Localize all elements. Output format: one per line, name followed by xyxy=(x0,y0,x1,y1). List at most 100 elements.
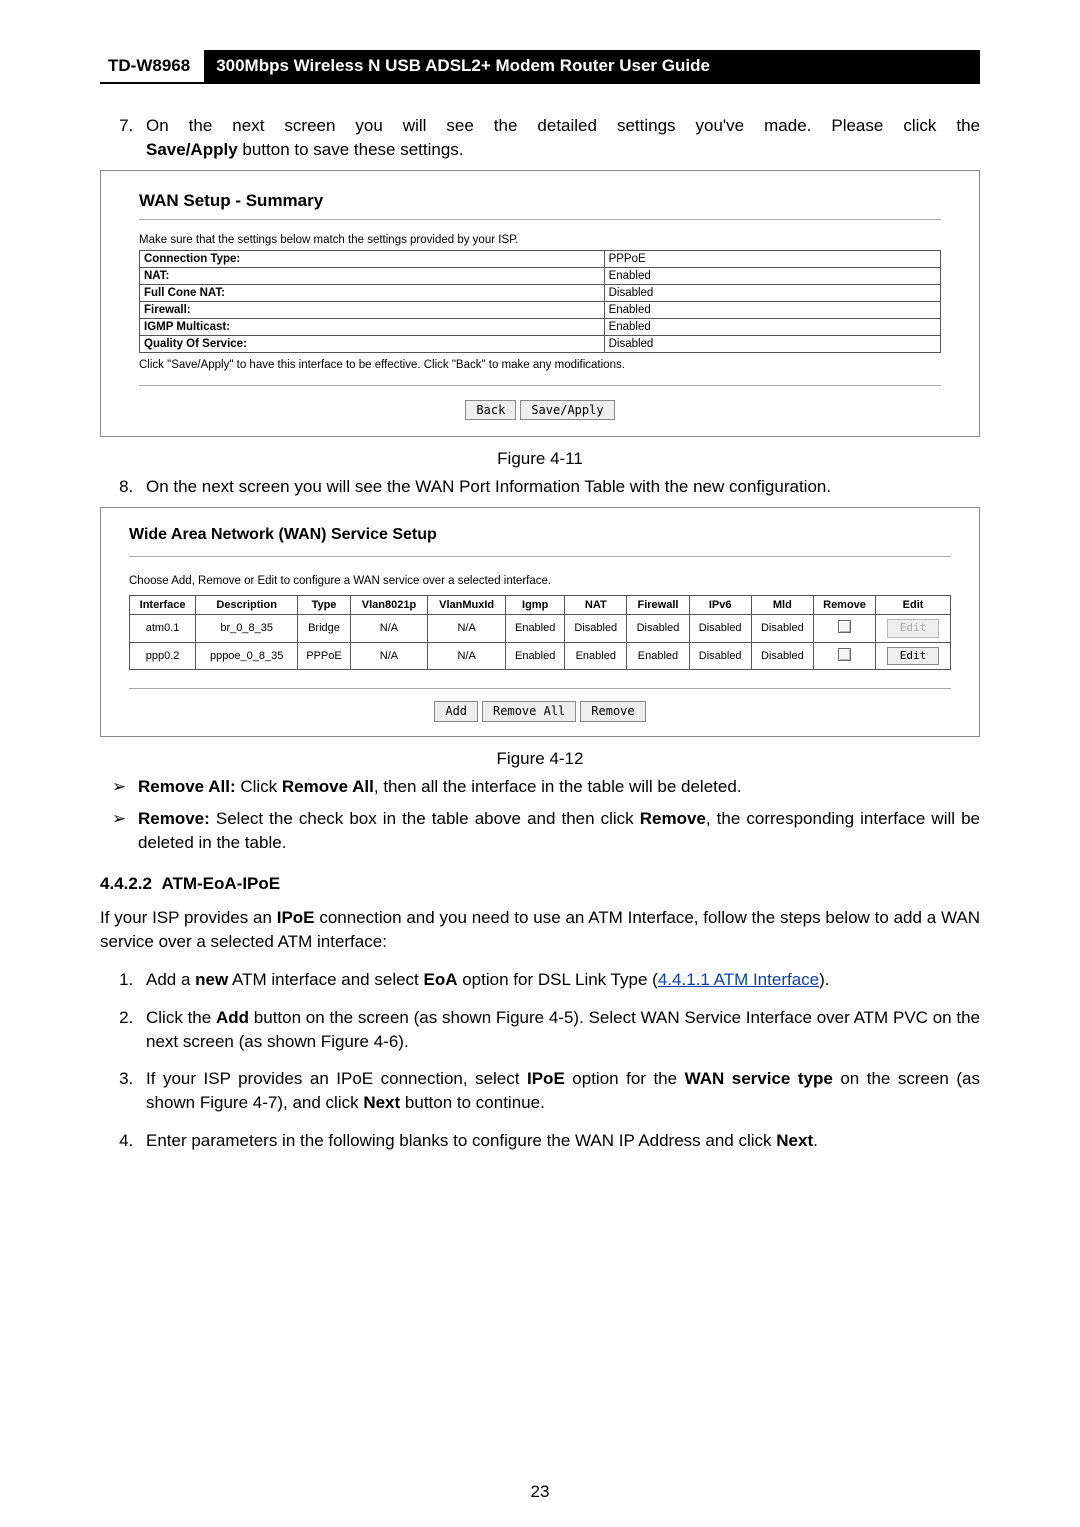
summary-value: PPPoE xyxy=(604,250,940,267)
wan-cell: Bridge xyxy=(298,615,351,643)
wan-remove-cell xyxy=(813,615,875,643)
bullet-label: Remove All: xyxy=(138,777,236,796)
remove-checkbox[interactable] xyxy=(838,648,851,661)
step-8: On the next screen you will see the WAN … xyxy=(138,475,980,499)
wan-cell: Enabled xyxy=(627,642,689,670)
wan-cell: ppp0.2 xyxy=(130,642,196,670)
section-heading: 4.4.2.2 ATM-EoA-IPoE xyxy=(100,874,980,894)
bullet-text: , then all the interface in the table wi… xyxy=(374,777,742,796)
summary-label: Firewall: xyxy=(140,301,605,318)
edit-button-disabled: Edit xyxy=(887,619,940,638)
wan-hdr: NAT xyxy=(565,596,627,615)
bullet-remove-all: Remove All: Click Remove All, then all t… xyxy=(104,775,980,799)
step-ipoe-1: Add a new ATM interface and select EoA o… xyxy=(138,968,980,992)
wan-cell: N/A xyxy=(428,642,506,670)
wan-cell: Disabled xyxy=(627,615,689,643)
summary-table: Connection Type:PPPoE NAT:Enabled Full C… xyxy=(139,250,941,353)
save-apply-button[interactable]: Save/Apply xyxy=(520,400,614,421)
bullet-text: Select the check box in the table above … xyxy=(210,809,640,828)
header-title: 300Mbps Wireless N USB ADSL2+ Modem Rout… xyxy=(204,50,980,82)
section-num: 4.4.2.2 xyxy=(100,874,152,893)
wan-table: Interface Description Type Vlan8021p Vla… xyxy=(129,595,951,670)
step-7-text-c: button to save these settings. xyxy=(238,140,464,159)
page-header: TD-W8968 300Mbps Wireless N USB ADSL2+ M… xyxy=(100,50,980,84)
figure-4-12-box: Wide Area Network (WAN) Service Setup Ch… xyxy=(100,507,980,737)
wan-edit-cell: Edit xyxy=(876,615,951,643)
step-8-text: On the next screen you will see the WAN … xyxy=(146,477,831,496)
wan-cell: N/A xyxy=(350,615,427,643)
header-model: TD-W8968 xyxy=(100,50,204,82)
wan-hdr: IPv6 xyxy=(689,596,751,615)
wan-cell: Enabled xyxy=(506,642,565,670)
bullet-text: Click xyxy=(236,777,282,796)
remove-all-button[interactable]: Remove All xyxy=(482,701,576,722)
fig11-footnote: Click "Save/Apply" to have this interfac… xyxy=(139,359,941,371)
intro-bold: IPoE xyxy=(277,908,315,927)
bullet-bold: Remove xyxy=(640,809,706,828)
summary-label: IGMP Multicast: xyxy=(140,318,605,335)
intro-text: If your ISP provides an xyxy=(100,908,277,927)
remove-checkbox[interactable] xyxy=(838,620,851,633)
edit-button[interactable]: Edit xyxy=(887,647,940,666)
wan-hdr: Mld xyxy=(751,596,813,615)
step-ipoe-2: Click the Add button on the screen (as s… xyxy=(138,1006,980,1054)
wan-hdr: Firewall xyxy=(627,596,689,615)
wan-cell: PPPoE xyxy=(298,642,351,670)
wan-cell: N/A xyxy=(350,642,427,670)
wan-cell: Disabled xyxy=(751,642,813,670)
step-7-text-a: On the next screen you will see the deta… xyxy=(146,116,980,135)
bullet-label: Remove: xyxy=(138,809,210,828)
fig11-title: WAN Setup - Summary xyxy=(139,191,941,211)
fig11-caption: Figure 4-11 xyxy=(100,449,980,469)
fig12-caption: Figure 4-12 xyxy=(100,749,980,769)
fig11-note: Make sure that the settings below match … xyxy=(139,234,941,246)
wan-hdr: Description xyxy=(196,596,298,615)
wan-edit-cell: Edit xyxy=(876,642,951,670)
summary-value: Disabled xyxy=(604,284,940,301)
wan-hdr: Type xyxy=(298,596,351,615)
atm-interface-link[interactable]: 4.4.1.1 ATM Interface xyxy=(658,970,819,989)
wan-cell: Disabled xyxy=(751,615,813,643)
page-number: 23 xyxy=(0,1482,1080,1502)
wan-cell: Disabled xyxy=(689,642,751,670)
back-button[interactable]: Back xyxy=(465,400,516,421)
wan-cell: br_0_8_35 xyxy=(196,615,298,643)
summary-label: NAT: xyxy=(140,267,605,284)
intro-para: If your ISP provides an IPoE connection … xyxy=(100,906,980,954)
wan-cell: Disabled xyxy=(689,615,751,643)
wan-hdr: Edit xyxy=(876,596,951,615)
add-button[interactable]: Add xyxy=(434,701,478,722)
wan-cell: Disabled xyxy=(565,615,627,643)
wan-hdr: Remove xyxy=(813,596,875,615)
wan-row: atm0.1 br_0_8_35 Bridge N/A N/A Enabled … xyxy=(130,615,951,643)
wan-cell: atm0.1 xyxy=(130,615,196,643)
fig12-title: Wide Area Network (WAN) Service Setup xyxy=(129,526,951,544)
figure-4-11-box: WAN Setup - Summary Make sure that the s… xyxy=(100,170,980,438)
step-ipoe-3: If your ISP provides an IPoE connection,… xyxy=(138,1067,980,1115)
wan-hdr: Vlan8021p xyxy=(350,596,427,615)
wan-cell: pppoe_0_8_35 xyxy=(196,642,298,670)
wan-remove-cell xyxy=(813,642,875,670)
summary-value: Enabled xyxy=(604,301,940,318)
wan-cell: Enabled xyxy=(565,642,627,670)
summary-label: Full Cone NAT: xyxy=(140,284,605,301)
step-7-bold: Save/Apply xyxy=(146,140,238,159)
remove-button[interactable]: Remove xyxy=(580,701,645,722)
wan-hdr: Igmp xyxy=(506,596,565,615)
wan-row: ppp0.2 pppoe_0_8_35 PPPoE N/A N/A Enable… xyxy=(130,642,951,670)
bullet-bold: Remove All xyxy=(282,777,374,796)
step-7: On the next screen you will see the deta… xyxy=(138,114,980,162)
step-ipoe-4: Enter parameters in the following blanks… xyxy=(138,1129,980,1153)
summary-value: Enabled xyxy=(604,267,940,284)
summary-label: Quality Of Service: xyxy=(140,335,605,352)
bullet-remove: Remove: Select the check box in the tabl… xyxy=(104,807,980,855)
wan-cell: Enabled xyxy=(506,615,565,643)
summary-value: Enabled xyxy=(604,318,940,335)
section-title: ATM-EoA-IPoE xyxy=(161,874,280,893)
wan-cell: N/A xyxy=(428,615,506,643)
wan-hdr: Interface xyxy=(130,596,196,615)
summary-value: Disabled xyxy=(604,335,940,352)
wan-hdr: VlanMuxId xyxy=(428,596,506,615)
fig12-note: Choose Add, Remove or Edit to configure … xyxy=(129,575,951,587)
summary-label: Connection Type: xyxy=(140,250,605,267)
